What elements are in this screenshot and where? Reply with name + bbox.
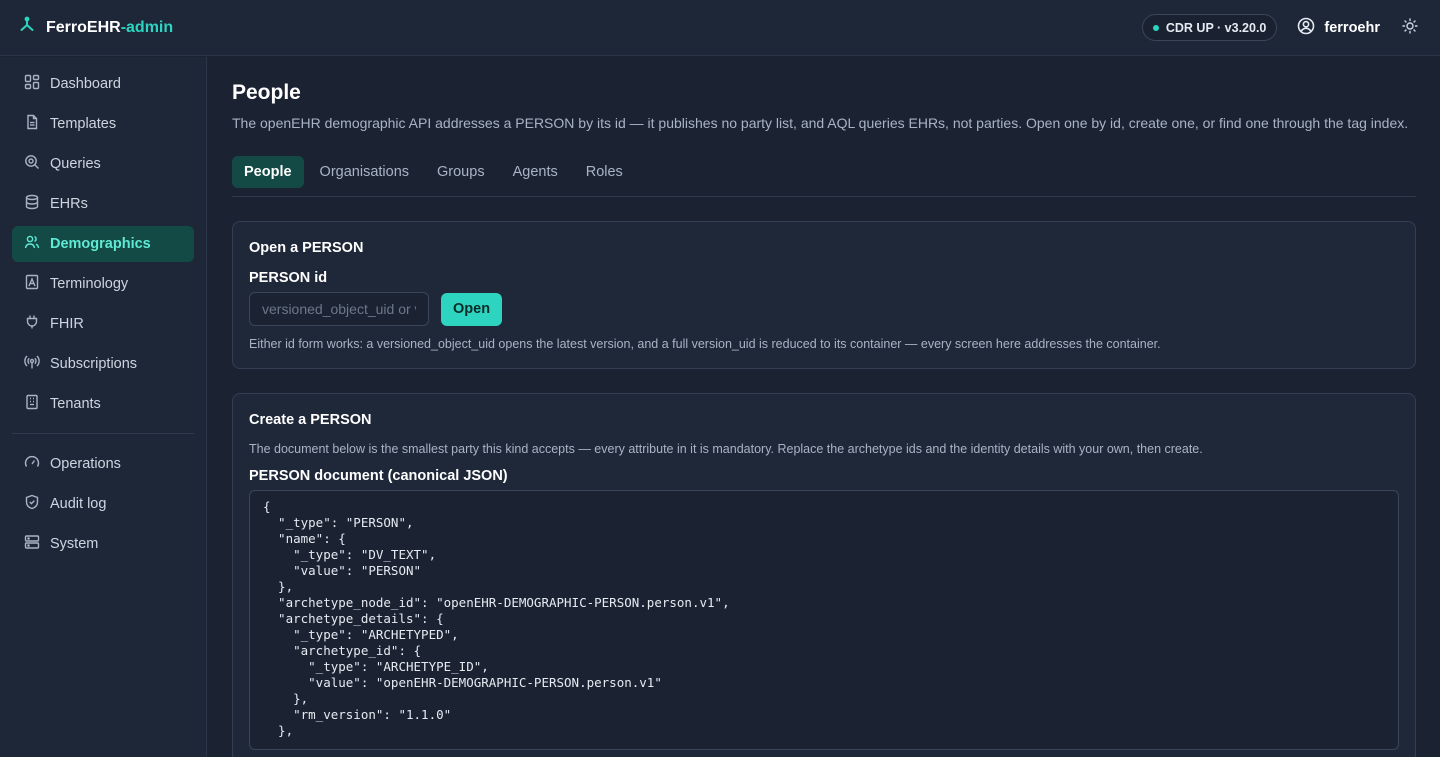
sidebar-item-queries[interactable]: Queries [12,146,194,182]
sidebar-item-subscriptions[interactable]: Subscriptions [12,346,194,382]
sidebar-item-label: FHIR [50,316,84,332]
sidebar-item-dashboard[interactable]: Dashboard [12,66,194,102]
page-title: People [232,81,301,104]
sidebar-item-audit-log[interactable]: Audit log [12,486,194,522]
user-circle-icon [1297,17,1315,39]
sidebar-item-templates[interactable]: Templates [12,106,194,142]
search-icon [24,154,40,174]
create-person-help: The document below is the smallest party… [249,442,1203,456]
username: ferroehr [1324,19,1380,36]
sidebar-item-label: Subscriptions [50,356,138,372]
sun-icon [1402,18,1418,37]
users-icon [24,234,40,254]
tab-organisations[interactable]: Organisations [308,156,421,188]
page-description: The openEHR demographic API addresses a … [232,115,1409,131]
tab-agents[interactable]: Agents [501,156,570,188]
top-bar: FerroEHR-admin CDR UP · v3.20.0 ferroehr [0,0,1440,56]
cdr-status-badge: CDR UP · v3.20.0 [1141,14,1278,41]
app-name: FerroEHR [46,18,121,36]
sidebar-item-system[interactable]: System [12,526,194,562]
sidebar-item-label: System [50,536,99,552]
app-brand[interactable]: FerroEHR-admin [18,16,173,39]
person-id-input[interactable] [249,292,429,326]
app-name-suffix: -admin [120,18,174,36]
sidebar-item-demographics[interactable]: Demographics [12,226,194,262]
server-icon [24,534,40,554]
sidebar-item-tenants[interactable]: Tenants [12,386,194,422]
sidebar-item-label: Templates [50,116,117,132]
sidebar-item-label: Tenants [50,396,101,412]
cdr-status-text: CDR UP · v3.20.0 [1165,20,1267,35]
open-person-title: Open a PERSON [249,240,364,256]
sidebar: Dashboard Templates Queries EHRs Demogra… [0,57,207,757]
building-icon [24,394,40,414]
tab-roles[interactable]: Roles [574,156,635,188]
sidebar-item-ehrs[interactable]: EHRs [12,186,194,222]
plug-icon [24,314,40,334]
shield-icon [24,494,40,514]
sidebar-item-label: Terminology [50,276,129,292]
sidebar-item-operations[interactable]: Operations [12,446,194,482]
sidebar-item-label: Demographics [50,236,151,252]
create-person-title: Create a PERSON [249,412,372,428]
sidebar-item-label: Audit log [50,496,107,512]
main-content: People The openEHR demographic API addre… [208,57,1440,757]
status-dot-icon [1152,24,1159,31]
person-id-label: PERSON id [249,270,328,286]
logo-icon [18,16,36,39]
person-document-editor[interactable]: { "_type": "PERSON", "name": { "_type": … [249,490,1399,750]
sidebar-divider [12,433,194,434]
sidebar-item-label: Operations [50,456,121,472]
book-icon [24,274,40,294]
sidebar-item-label: Dashboard [50,76,121,92]
dashboard-icon [24,74,40,94]
tab-people[interactable]: People [232,156,304,188]
database-icon [24,194,40,214]
party-kind-tabs: People Organisations Groups Agents Roles [232,156,1416,197]
gauge-icon [24,454,40,474]
document-icon [24,114,40,134]
sidebar-item-fhir[interactable]: FHIR [12,306,194,342]
sidebar-item-terminology[interactable]: Terminology [12,266,194,302]
open-button[interactable]: Open [441,292,503,326]
user-menu[interactable]: ferroehr [1297,17,1380,39]
open-person-card: Open a PERSON PERSON id Open Either id f… [232,221,1416,369]
tab-groups[interactable]: Groups [425,156,497,188]
radio-icon [24,354,40,374]
create-person-card: Create a PERSON The document below is th… [232,393,1416,757]
open-person-help: Either id form works: a versioned_object… [249,337,1161,351]
person-document-label: PERSON document (canonical JSON) [249,468,508,484]
theme-toggle-button[interactable] [1400,18,1420,38]
sidebar-item-label: Queries [50,156,101,172]
sidebar-item-label: EHRs [50,196,88,212]
